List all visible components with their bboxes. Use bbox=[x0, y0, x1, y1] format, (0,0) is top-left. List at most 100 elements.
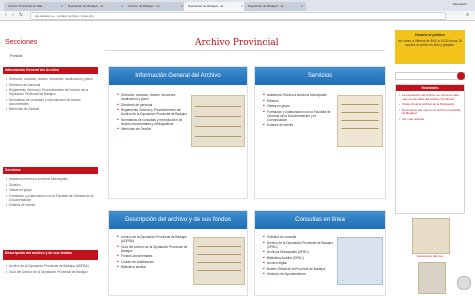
sidebar-list: Dirección, contacto, horario, funciones,… bbox=[6, 77, 96, 113]
forward-icon[interactable]: › bbox=[10, 12, 16, 18]
panel-link[interactable]: Biblioteca auxiliar bbox=[117, 265, 189, 269]
news-item[interactable]: Ver más noticias bbox=[399, 117, 461, 122]
back-icon[interactable]: ‹ bbox=[3, 12, 9, 18]
panel-list: Asistencia Técnica a Archivos Municipale… bbox=[263, 93, 333, 129]
sidebar-item[interactable]: Dirección, contacto, horario, funciones,… bbox=[6, 77, 96, 81]
sidebar-title: Secciones bbox=[5, 39, 38, 46]
tab-label: Archivo Provincial de Bad... bbox=[8, 4, 45, 8]
browser-tab-active[interactable]: Diputación de Badajoz - Ar... × bbox=[184, 2, 246, 11]
panel-link[interactable]: Guía del Archivo de la Diputación Provin… bbox=[117, 245, 189, 253]
close-icon[interactable]: × bbox=[301, 2, 303, 11]
panel-link[interactable]: Formación y colaboración con la Facultad… bbox=[263, 110, 333, 122]
panel-link[interactable]: Reglamento General y Procedimientos del … bbox=[117, 108, 189, 116]
archive-shelves-image bbox=[191, 95, 245, 147]
computer-image bbox=[337, 237, 383, 285]
panel-link[interactable]: Memorias de Gestión bbox=[117, 127, 189, 131]
sidebar-item[interactable]: Asistencia técnica a Archivos Municipale… bbox=[6, 177, 96, 181]
portrait-thumbnail[interactable] bbox=[418, 262, 446, 294]
panel-link[interactable]: Archivo de la Diputación Provincial de B… bbox=[263, 241, 333, 249]
panel-heading[interactable]: Descripción del archivo y de sus fondos bbox=[109, 211, 247, 229]
panel-heading[interactable]: Consultas en línea bbox=[255, 211, 385, 229]
panel-link[interactable]: Archivos Municipales (OPAC) bbox=[263, 250, 333, 254]
window-label: Diputación bbox=[452, 2, 467, 6]
sidebar-section-heading[interactable]: Información General del Archivo bbox=[3, 67, 98, 74]
news-item[interactable]: La exposición del Archivo se renueva cad… bbox=[399, 93, 461, 101]
sidebar-item[interactable]: Formación y colaboración con la Facultad… bbox=[6, 194, 96, 202]
reload-icon[interactable]: ↻ bbox=[18, 12, 24, 18]
sidebar-item[interactable]: Directorio de personal bbox=[6, 83, 96, 87]
news-box: Novedades La exposición del Archivo se r… bbox=[395, 84, 465, 214]
sidebar-list: Archivo de la Diputación Provincial de B… bbox=[6, 264, 96, 275]
close-icon[interactable]: × bbox=[181, 2, 183, 11]
panel-link[interactable]: Visitas en grupo bbox=[263, 104, 333, 108]
url-field[interactable]: dip-badajoz.es · cultura / archivo / ind… bbox=[30, 12, 446, 20]
sidebar-portada-link[interactable]: Portada bbox=[10, 54, 22, 58]
sidebar-item[interactable]: Archivo de la Diputación Provincial de B… bbox=[6, 264, 96, 268]
panel-list: Archivo de la Diputación Provincial de B… bbox=[117, 235, 189, 271]
panel-link[interactable]: Archivo de la Diputación Provincial de B… bbox=[117, 235, 189, 243]
browser-tab[interactable]: Diputación de Badajoz - Ar... × bbox=[244, 2, 306, 11]
sidebar-item[interactable]: Normativas de consultas y reproducción d… bbox=[6, 98, 96, 106]
page-title: Archivo Provincial bbox=[195, 38, 279, 48]
tab-label: Diputación de Badajoz - Ar... bbox=[248, 4, 286, 8]
search-input[interactable] bbox=[395, 72, 465, 80]
panel-heading[interactable]: Información General del Archivo bbox=[109, 67, 247, 85]
sidebar: Secciones Portada Información General de… bbox=[0, 21, 100, 296]
title-divider bbox=[105, 50, 385, 51]
panel-list: Dirección, contacto, horario, funciones,… bbox=[117, 93, 189, 133]
news-item[interactable]: Visita virtual al Archivo de la Diputaci… bbox=[399, 103, 461, 107]
panel-link[interactable]: Normativas de consultas y reproducción d… bbox=[117, 118, 189, 126]
sidebar-item[interactable]: Reglamento General y Procedimientos del … bbox=[6, 88, 96, 96]
scroll-top-button[interactable] bbox=[457, 276, 471, 290]
close-icon[interactable]: × bbox=[61, 2, 63, 11]
panel-consultas: Consultas en línea Solicitud de consulta… bbox=[254, 210, 386, 296]
panel-list: Solicitud de consulta Archivo de la Dipu… bbox=[263, 235, 333, 278]
panel-link[interactable]: Directorio de personal bbox=[117, 103, 189, 107]
sidebar-item[interactable]: Memorias de Gestión bbox=[6, 107, 96, 111]
news-heading: Novedades bbox=[396, 85, 464, 91]
panel-link[interactable]: Boletín Oficial de la Provincia de Badaj… bbox=[263, 267, 333, 271]
panel-link[interactable]: Dirección, contacto, horario, funciones,… bbox=[117, 93, 189, 101]
panel-link[interactable]: Biblioteca Auxiliar (OPAC) bbox=[263, 256, 333, 260]
sidebar-item[interactable]: Enlaces de interés bbox=[6, 203, 96, 207]
sidebar-section-heading[interactable]: Servicios bbox=[3, 167, 98, 174]
tab-label: Diputación de Badajoz - Ar... bbox=[68, 4, 106, 8]
panel-link[interactable]: Archivo digital bbox=[263, 261, 333, 265]
close-icon[interactable]: × bbox=[121, 2, 123, 11]
browser-tab[interactable]: Archivo de Badajoz - Hi... × bbox=[124, 2, 186, 11]
notice-text: de Lunes a Viernes de 8:00 a 14:30 horas… bbox=[398, 39, 462, 47]
address-bar: ‹ › ↻ dip-badajoz.es · cultura / archivo… bbox=[0, 11, 475, 21]
panel-heading[interactable]: Servicios bbox=[255, 67, 385, 85]
browser-tab[interactable]: Archivo Provincial de Bad... × bbox=[4, 2, 66, 11]
browser-tab-bar: Archivo Provincial de Bad... × Diputación… bbox=[0, 0, 475, 11]
sidebar-section-heading[interactable]: Descripción del archivo y de sus fondos bbox=[3, 250, 98, 260]
search-button[interactable] bbox=[457, 72, 465, 80]
opening-hours-notice: Horario al público de Lunes a Viernes de… bbox=[395, 30, 465, 64]
panel-info-general: Información General del Archivo Direcció… bbox=[108, 66, 248, 199]
panel-descripcion: Descripción del archivo y de sus fondos … bbox=[108, 210, 248, 296]
sidebar-list: Asistencia técnica a Archivos Municipale… bbox=[6, 177, 96, 209]
menu-icon[interactable]: ≡ bbox=[466, 12, 469, 18]
tab-label: Diputación de Badajoz - Ar... bbox=[188, 4, 226, 8]
document-of-month-link[interactable]: Documento del mes bbox=[395, 254, 465, 258]
panel-link[interactable]: Solicitud de consulta bbox=[263, 235, 333, 239]
panel-link[interactable]: Cuadro de clasificación bbox=[117, 260, 189, 264]
close-icon[interactable]: × bbox=[241, 2, 243, 11]
panel-servicios: Servicios Asistencia Técnica a Archivos … bbox=[254, 66, 386, 199]
document-of-month-thumbnail[interactable] bbox=[412, 218, 450, 254]
panel-link[interactable]: Asistencia Técnica a Archivos Municipale… bbox=[263, 93, 333, 97]
document-image bbox=[337, 95, 383, 147]
sidebar-item[interactable]: Visitas en grupo bbox=[6, 188, 96, 192]
panel-link[interactable]: Enlaces de interés bbox=[263, 123, 333, 127]
panel-link[interactable]: Histórico de Ayuntamientos bbox=[263, 272, 333, 276]
sidebar-item[interactable]: Difusión bbox=[6, 183, 96, 187]
news-list: La exposición del Archivo se renueva cad… bbox=[396, 93, 464, 122]
notice-title: Horario al público bbox=[415, 33, 445, 37]
tab-label: Archivo de Badajoz - Hi... bbox=[128, 4, 162, 8]
browser-tab[interactable]: Diputación de Badajoz - Ar... × bbox=[64, 2, 126, 11]
panel-link[interactable]: Difusión bbox=[263, 99, 333, 103]
sidebar-item[interactable]: Guía del Archivo de la Diputación Provin… bbox=[6, 270, 96, 274]
panel-link[interactable]: Fondos documentales bbox=[117, 254, 189, 258]
manuscript-image bbox=[193, 237, 245, 285]
news-item[interactable]: Documento del mes en el archivo provinci… bbox=[399, 108, 461, 116]
